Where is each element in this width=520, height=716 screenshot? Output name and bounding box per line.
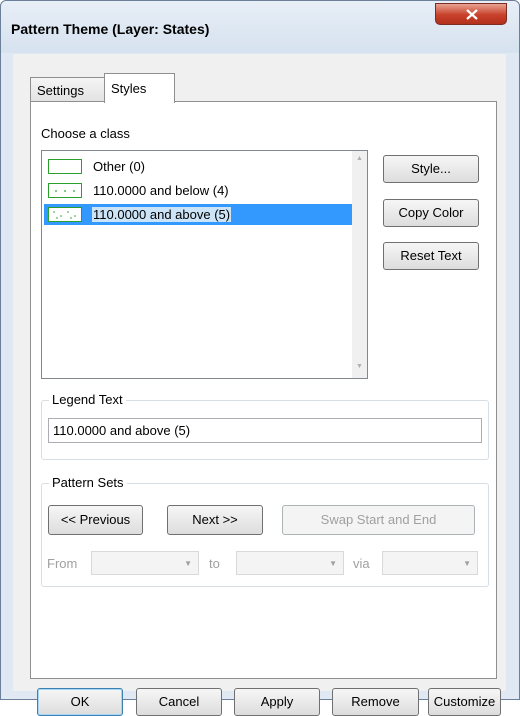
legend-text-input[interactable]: 110.0000 and above (5): [48, 418, 482, 443]
copy-color-button[interactable]: Copy Color: [383, 199, 479, 227]
chevron-down-icon: ▼: [329, 559, 337, 568]
window-title: Pattern Theme (Layer: States): [11, 21, 210, 37]
apply-button[interactable]: Apply: [234, 688, 320, 716]
legend-text-group-label: Legend Text: [49, 392, 126, 407]
class-item-label: Other (0): [93, 159, 146, 174]
style-button[interactable]: Style...: [383, 155, 479, 183]
pattern-sets-group: Pattern Sets << Previous Next >> Swap St…: [41, 475, 489, 587]
customize-button[interactable]: Customize: [428, 688, 501, 716]
from-label: From: [47, 556, 78, 571]
class-swatch-empty: [48, 159, 82, 174]
from-select[interactable]: ▼: [91, 551, 199, 575]
class-swatch-sparse-dots: [48, 183, 82, 198]
class-item-label: 110.0000 and above (5): [92, 207, 232, 222]
to-label: to: [209, 556, 220, 571]
cancel-button[interactable]: Cancel: [136, 688, 222, 716]
reset-text-button[interactable]: Reset Text: [383, 242, 479, 270]
scroll-up-icon[interactable]: ▲: [356, 155, 363, 162]
class-listbox[interactable]: Other (0) 110.0000 and below (4) 110.000…: [41, 150, 368, 379]
styles-tab-panel: Choose a class Other (0) 110.0000 and be…: [30, 101, 497, 679]
swap-start-end-button[interactable]: Swap Start and End: [282, 505, 475, 535]
chevron-down-icon: ▼: [184, 559, 192, 568]
scroll-down-icon[interactable]: ▼: [356, 363, 363, 370]
previous-button[interactable]: << Previous: [48, 505, 143, 535]
close-icon: [466, 9, 478, 20]
class-item-above[interactable]: 110.0000 and above (5): [44, 204, 352, 225]
chevron-down-icon: ▼: [463, 559, 471, 568]
tab-settings[interactable]: Settings: [30, 77, 109, 101]
dialog-client-area: Settings Styles Choose a class Other (0): [13, 54, 506, 716]
via-select[interactable]: ▼: [382, 551, 478, 575]
class-item-other[interactable]: Other (0): [44, 156, 352, 177]
class-swatch-dense-dots: [48, 207, 82, 222]
tab-styles[interactable]: Styles: [104, 73, 175, 103]
tab-settings-label: Settings: [37, 83, 84, 98]
ok-button[interactable]: OK: [37, 688, 123, 716]
class-list-scrollbar[interactable]: ▲ ▼: [352, 151, 367, 378]
tab-styles-label: Styles: [111, 81, 147, 96]
via-label: via: [353, 556, 370, 571]
next-button[interactable]: Next >>: [167, 505, 263, 535]
legend-text-group: Legend Text 110.0000 and above (5): [41, 392, 489, 460]
close-button[interactable]: [435, 3, 507, 25]
title-bar: Pattern Theme (Layer: States): [1, 1, 519, 53]
class-item-label: 110.0000 and below (4): [93, 183, 229, 198]
remove-button[interactable]: Remove: [332, 688, 419, 716]
class-item-below[interactable]: 110.0000 and below (4): [44, 180, 352, 201]
pattern-theme-dialog: Pattern Theme (Layer: States) Settings S…: [0, 0, 520, 716]
pattern-sets-group-label: Pattern Sets: [49, 475, 127, 490]
to-select[interactable]: ▼: [236, 551, 344, 575]
choose-class-label: Choose a class: [41, 126, 130, 141]
